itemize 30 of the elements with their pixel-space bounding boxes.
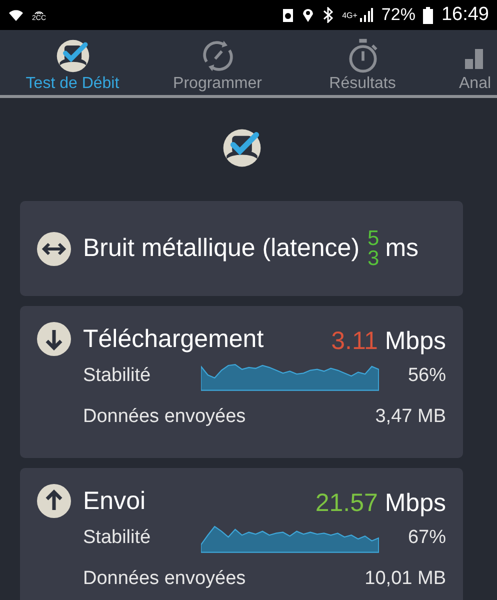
latency-value: 3 xyxy=(368,248,380,268)
data-sent-value: 10,01 MB xyxy=(364,568,446,590)
tab[interactable]: Résultats xyxy=(290,30,435,95)
data-sent-label: Données envoyées xyxy=(83,568,246,590)
bluetooth-icon xyxy=(322,7,334,23)
data-sent-value: 3,47 MB xyxy=(375,406,446,428)
bar-chart-icon xyxy=(465,49,483,69)
tab[interactable]: Programmer xyxy=(145,30,290,95)
speed-value: 3.11 Mbps xyxy=(331,326,446,356)
tab[interactable]: Test de Débit xyxy=(0,30,145,95)
latency-value: 5 xyxy=(368,228,380,248)
mobile-type: 4G+ xyxy=(342,10,358,20)
stability-label: Stabilité xyxy=(83,365,152,387)
result-title: Envoi xyxy=(83,486,146,516)
battery-icon xyxy=(423,6,434,24)
data-sent-label: Données envoyées xyxy=(83,406,246,428)
wifi-icon xyxy=(8,8,24,22)
battery-saver-icon xyxy=(282,7,294,23)
stability-label: Stabilité xyxy=(83,527,152,549)
tab[interactable]: Anal xyxy=(435,30,497,95)
speed-value: 21.57 Mbps xyxy=(315,488,446,518)
clock: 16:49 xyxy=(441,4,489,26)
latency-label: Bruit métallique (latence) xyxy=(83,234,360,263)
location-icon xyxy=(302,7,314,23)
signal-icon xyxy=(359,8,374,22)
stability-value: 56% xyxy=(406,365,446,387)
battery-percent: 72% xyxy=(381,5,416,25)
latency-unit: ms xyxy=(385,234,419,263)
result-title: Téléchargement xyxy=(83,324,264,354)
stability-value: 67% xyxy=(406,527,446,549)
